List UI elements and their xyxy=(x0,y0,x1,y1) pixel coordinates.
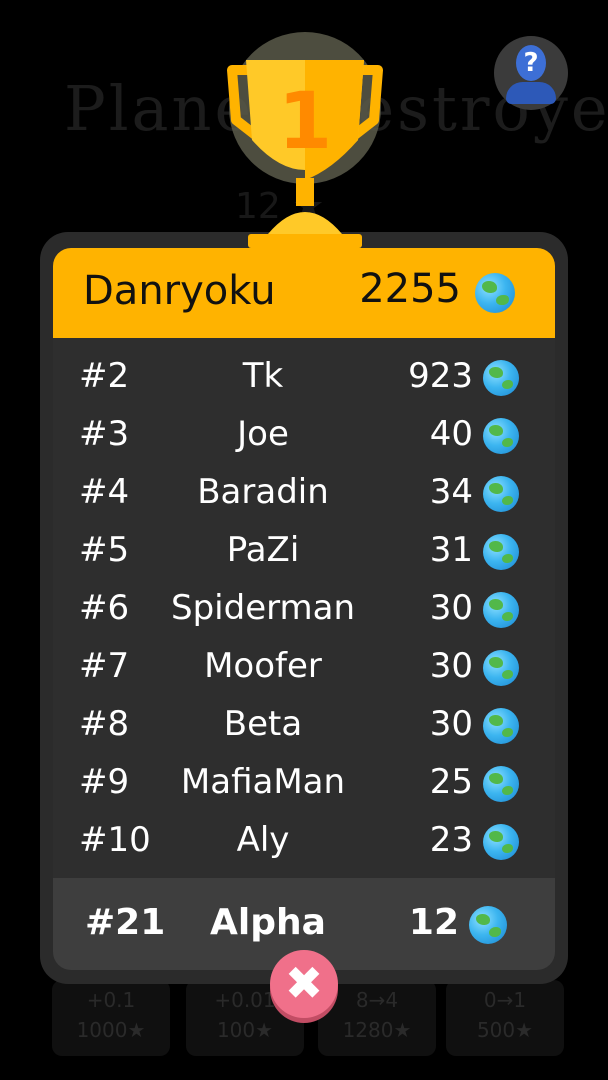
row-rank: #10 xyxy=(79,820,151,860)
row-score: 23 xyxy=(429,820,473,860)
upgrade-card-cost: 1000★ xyxy=(76,1018,146,1042)
row-score: 923 xyxy=(408,356,473,396)
row-rank: #9 xyxy=(79,762,130,802)
close-button[interactable]: ✖ xyxy=(270,950,338,1018)
earth-globe-icon xyxy=(483,418,519,454)
row-rank: #7 xyxy=(79,646,130,686)
row-rank: #4 xyxy=(79,472,130,512)
top-player-score: 2255 xyxy=(359,266,461,312)
row-rank: #2 xyxy=(79,356,130,396)
row-rank: #5 xyxy=(79,530,130,570)
top-player-name: Danryoku xyxy=(83,268,276,314)
leaderboard-row: #7 Moofer 30 xyxy=(53,638,555,696)
leaderboard-top-row: Danryoku 2255 xyxy=(53,248,555,338)
leaderboard-row: #8 Beta 30 xyxy=(53,696,555,754)
help-avatar-icon: ? xyxy=(516,45,546,81)
upgrade-card: 0→1 500★ xyxy=(446,980,564,1056)
earth-globe-icon xyxy=(483,766,519,802)
close-icon: ✖ xyxy=(284,956,324,1010)
row-score: 30 xyxy=(429,588,473,628)
upgrade-card-cost: 1280★ xyxy=(342,1018,412,1042)
row-score: 40 xyxy=(429,414,473,454)
upgrade-card: +0.1 1000★ xyxy=(52,980,170,1056)
row-rank: #6 xyxy=(79,588,130,628)
avatar-body xyxy=(506,82,556,104)
leaderboard-row: #10 Aly 23 xyxy=(53,812,555,870)
earth-globe-icon xyxy=(483,360,519,396)
leaderboard-row: #5 PaZi 31 xyxy=(53,522,555,580)
trophy-rank-label: 1 xyxy=(278,77,332,167)
leaderboard-row: #9 MafiaMan 25 xyxy=(53,754,555,812)
current-player-name: Alpha xyxy=(210,902,326,943)
row-score: 25 xyxy=(429,762,473,802)
row-player-name: Beta xyxy=(223,704,303,744)
row-player-name: MafiaMan xyxy=(180,762,346,802)
help-button[interactable]: ? xyxy=(494,36,568,110)
earth-globe-icon xyxy=(475,273,515,313)
earth-globe-icon xyxy=(469,906,507,944)
row-player-name: PaZi xyxy=(226,530,300,570)
leaderboard-row: #6 Spiderman 30 xyxy=(53,580,555,638)
row-rank: #8 xyxy=(79,704,130,744)
row-score: 34 xyxy=(429,472,473,512)
earth-globe-icon xyxy=(483,534,519,570)
row-player-name: Tk xyxy=(242,356,284,396)
leaderboard-list: Danryoku 2255 #2 Tk 923 #3 Joe 40 #4 Bar… xyxy=(53,248,555,970)
earth-globe-icon xyxy=(483,592,519,628)
upgrade-card-value: 0→1 xyxy=(483,988,527,1012)
trophy-icon: 1 xyxy=(227,32,383,248)
current-player-score: 12 xyxy=(408,902,459,943)
row-score: 30 xyxy=(429,704,473,744)
row-rank: #3 xyxy=(79,414,130,454)
current-player-rank: #21 xyxy=(85,902,166,943)
row-player-name: Joe xyxy=(237,414,289,454)
row-score: 31 xyxy=(429,530,473,570)
upgrade-card-value: +0.1 xyxy=(86,988,136,1012)
earth-globe-icon xyxy=(483,476,519,512)
row-player-name: Baradin xyxy=(197,472,329,512)
upgrade-card-cost: 500★ xyxy=(476,1018,534,1042)
earth-globe-icon xyxy=(483,824,519,860)
earth-globe-icon xyxy=(483,708,519,744)
leaderboard-row: #3 Joe 40 xyxy=(53,406,555,464)
earth-globe-icon xyxy=(483,650,519,686)
row-player-name: Moofer xyxy=(204,646,322,686)
row-score: 30 xyxy=(429,646,473,686)
row-player-name: Aly xyxy=(236,820,290,860)
leaderboard-row: #4 Baradin 34 xyxy=(53,464,555,522)
upgrade-card-cost: 100★ xyxy=(216,1018,274,1042)
leaderboard-row: #2 Tk 923 xyxy=(53,348,555,406)
row-player-name: Spiderman xyxy=(171,588,355,628)
